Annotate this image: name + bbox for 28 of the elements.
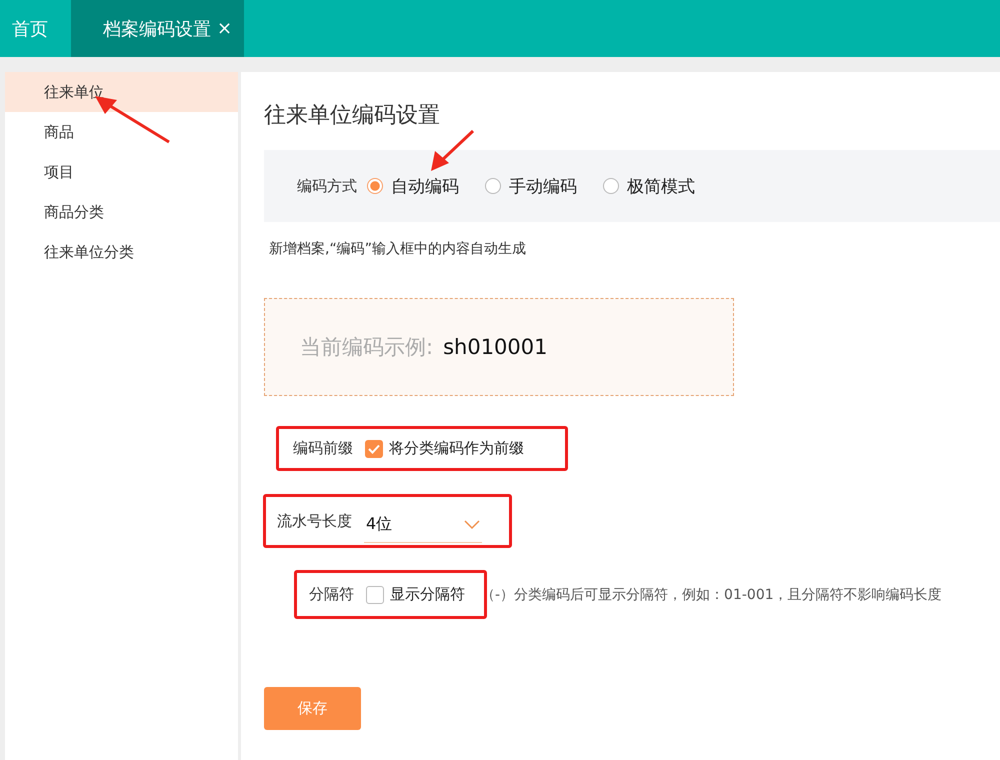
sidebar-item[interactable]: 往来单位分类 — [5, 232, 238, 272]
hint-text: （-）分类编码后可显示分隔符，例如：01-001，且分隔符不影响编码长度 — [481, 586, 942, 604]
check-icon — [368, 444, 380, 454]
field-label: 编码方式 — [297, 176, 357, 196]
radio-button[interactable] — [367, 178, 383, 194]
sidebar-item[interactable]: 项目 — [5, 152, 238, 192]
sidebar-item[interactable]: 商品分类 — [5, 192, 238, 232]
checkbox[interactable] — [365, 440, 383, 458]
chevron-down-icon — [464, 520, 480, 530]
page-title: 往来单位编码设置 — [264, 102, 441, 130]
sidebar-item[interactable]: 商品 — [5, 112, 238, 152]
radio-label[interactable]: 自动编码 — [391, 174, 459, 198]
radio-label[interactable]: 手动编码 — [509, 174, 577, 198]
example-label: 当前编码示例: — [300, 334, 434, 361]
field-label: 流水号长度 — [277, 512, 352, 530]
checkbox-label: 显示分隔符 — [390, 585, 465, 604]
radio-button[interactable] — [603, 178, 619, 194]
tab[interactable]: 档案编码设置 × — [71, 0, 244, 57]
hint-text: 新增档案,“编码”输入框中的内容自动生成 — [269, 240, 527, 258]
example-value: sh010001 — [443, 335, 548, 359]
close-icon[interactable]: × — [217, 18, 232, 39]
checkbox[interactable] — [366, 586, 384, 604]
length-select[interactable]: 4位 — [364, 507, 482, 543]
field-label: 编码前缀 — [293, 439, 353, 458]
checkbox-label: 将分类编码作为前缀 — [389, 439, 524, 458]
radio-label[interactable]: 极简模式 — [627, 174, 695, 198]
field-label: 分隔符 — [309, 585, 354, 604]
radio-button[interactable] — [485, 178, 501, 194]
